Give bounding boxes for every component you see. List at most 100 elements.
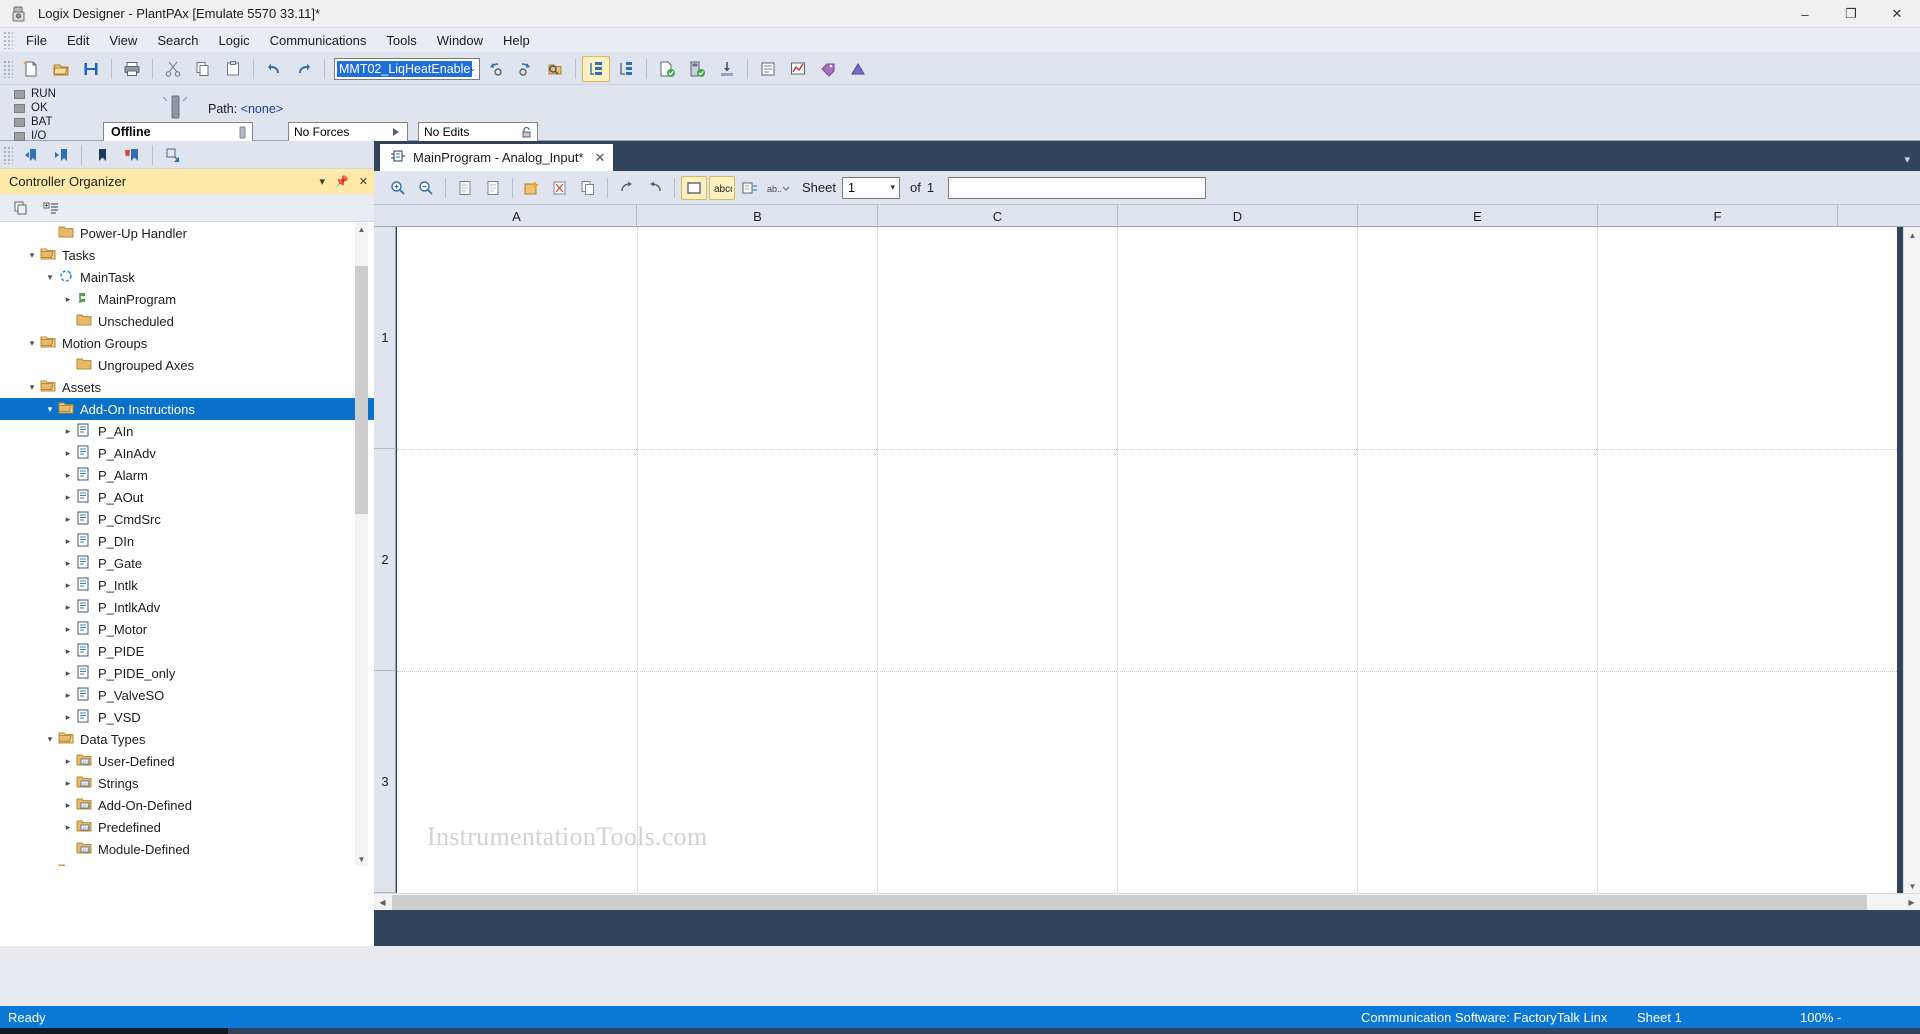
organizer-toolbar-handle[interactable] bbox=[3, 145, 13, 164]
tree-item-module-defined[interactable]: 101 Module-Defined bbox=[0, 838, 374, 860]
edits-status[interactable]: No Edits bbox=[418, 122, 538, 142]
cross-reference-icon[interactable] bbox=[844, 56, 872, 82]
tree-item-p-gate[interactable]: ▸ P_Gate bbox=[0, 552, 374, 574]
trend-icon[interactable] bbox=[784, 56, 812, 82]
row-header-2[interactable]: 2 bbox=[374, 449, 396, 671]
save-icon[interactable] bbox=[77, 56, 105, 82]
tree-item-p-pide[interactable]: ▸ P_PIDE bbox=[0, 640, 374, 662]
fbd-sheet-canvas[interactable]: InstrumentationTools.com bbox=[397, 227, 1897, 895]
bookmark-toggle-icon[interactable] bbox=[88, 142, 116, 168]
tree-item-p-valveso[interactable]: ▸ P_ValveSO bbox=[0, 684, 374, 706]
tree-item-p-pide-only[interactable]: ▸ P_PIDE_only bbox=[0, 662, 374, 684]
status-zoom[interactable]: 100% - bbox=[1800, 1010, 1841, 1025]
column-header-f[interactable]: F bbox=[1598, 205, 1838, 227]
verify-controller-icon[interactable] bbox=[683, 56, 711, 82]
tree-item-add-on-instructions[interactable]: ▾ Add-On Instructions bbox=[0, 398, 374, 420]
search-forward-icon[interactable] bbox=[511, 56, 539, 82]
tree-item-predefined[interactable]: ▸ 101 Predefined bbox=[0, 816, 374, 838]
scroll-thumb[interactable] bbox=[355, 266, 368, 514]
bookmark-next-icon[interactable] bbox=[47, 142, 75, 168]
tree-twisty-icon[interactable]: ▸ bbox=[60, 602, 76, 613]
tree-item-ungrouped-axes[interactable]: Ungrouped Axes bbox=[0, 354, 374, 376]
open-icon[interactable] bbox=[47, 56, 75, 82]
controller-mode-dropdown[interactable]: Offline bbox=[103, 122, 253, 142]
cut-icon[interactable] bbox=[159, 56, 187, 82]
tree-item-motion-groups[interactable]: ▾ Motion Groups bbox=[0, 332, 374, 354]
tree-item-p-ain[interactable]: ▸ P_AIn bbox=[0, 420, 374, 442]
tree-item-mainprogram[interactable]: ▸ MainProgram bbox=[0, 288, 374, 310]
tree-twisty-icon[interactable]: ▸ bbox=[60, 624, 76, 635]
scroll-down-arrow[interactable]: ▼ bbox=[355, 852, 368, 866]
tree-twisty-icon[interactable]: ▸ bbox=[60, 536, 76, 547]
menu-item-view[interactable]: View bbox=[99, 30, 147, 51]
tree-twisty-icon[interactable]: ▾ bbox=[42, 734, 58, 745]
scroll-thumb[interactable] bbox=[392, 895, 1867, 910]
verify-routine-icon[interactable] bbox=[653, 56, 681, 82]
tree-twisty-icon[interactable]: ▾ bbox=[42, 404, 58, 415]
tree-twisty-icon[interactable]: ▸ bbox=[60, 800, 76, 811]
canvas-horizontal-scrollbar[interactable]: ◀ ▶ bbox=[374, 893, 1920, 910]
menu-item-help[interactable]: Help bbox=[493, 30, 540, 51]
paste-icon[interactable] bbox=[219, 56, 247, 82]
tree-twisty-icon[interactable]: ▸ bbox=[60, 294, 76, 305]
tree-item-add-on-defined[interactable]: ▸ 101 Add-On-Defined bbox=[0, 794, 374, 816]
scroll-right-arrow[interactable]: ▶ bbox=[1903, 894, 1920, 911]
tree-item-p-aout[interactable]: ▸ P_AOut bbox=[0, 486, 374, 508]
close-icon[interactable]: ✕ bbox=[359, 175, 368, 188]
menu-item-search[interactable]: Search bbox=[147, 30, 208, 51]
new-icon[interactable] bbox=[17, 56, 45, 82]
tree-twisty-icon[interactable]: ▸ bbox=[60, 778, 76, 789]
row-header-1[interactable]: 1 bbox=[374, 227, 396, 449]
tree-twisty-icon[interactable]: ▸ bbox=[60, 492, 76, 503]
sheet-number-select[interactable]: 1 ▾ bbox=[841, 176, 900, 199]
tree-item-trends[interactable]: Trends bbox=[0, 860, 374, 866]
canvas-vertical-scrollbar[interactable]: ▲ ▼ bbox=[1903, 227, 1920, 895]
search-back-icon[interactable] bbox=[481, 56, 509, 82]
copy-view-icon[interactable] bbox=[7, 195, 35, 221]
tree-item-user-defined[interactable]: ▸ 101 User-Defined bbox=[0, 750, 374, 772]
zoom-out-icon[interactable] bbox=[413, 176, 439, 200]
menu-item-window[interactable]: Window bbox=[427, 30, 493, 51]
column-header-c[interactable]: C bbox=[878, 205, 1118, 227]
chevron-down-icon[interactable]: ▾ bbox=[890, 182, 895, 193]
close-button[interactable]: ✕ bbox=[1874, 0, 1920, 28]
tree-twisty-icon[interactable]: ▸ bbox=[60, 822, 76, 833]
tree-twisty-icon[interactable]: ▾ bbox=[42, 272, 58, 283]
maximize-button[interactable]: ❐ bbox=[1828, 0, 1874, 28]
toolbar-drag-handle[interactable] bbox=[3, 59, 13, 78]
tree-item-unscheduled[interactable]: Unscheduled bbox=[0, 310, 374, 332]
forces-status[interactable]: No Forces bbox=[288, 122, 408, 142]
redo-icon[interactable] bbox=[290, 56, 318, 82]
column-header-d[interactable]: D bbox=[1118, 205, 1358, 227]
chevron-down-icon[interactable]: ⌄ bbox=[468, 63, 476, 74]
controller-properties-icon[interactable] bbox=[754, 56, 782, 82]
copy-icon[interactable] bbox=[189, 56, 217, 82]
tree-item-assets[interactable]: ▾ Assets bbox=[0, 376, 374, 398]
menu-drag-handle[interactable] bbox=[3, 31, 13, 49]
document-tabs-menu-icon[interactable]: ▾ bbox=[1904, 153, 1910, 166]
menu-item-edit[interactable]: Edit bbox=[57, 30, 99, 51]
tree-twisty-icon[interactable]: ▾ bbox=[24, 250, 40, 261]
print-icon[interactable] bbox=[118, 56, 146, 82]
move-sheet-up-icon[interactable] bbox=[614, 176, 640, 200]
toggle-text-icon[interactable]: abcd bbox=[709, 175, 735, 200]
column-header-e[interactable]: E bbox=[1358, 205, 1598, 227]
tree-twisty-icon[interactable]: ▸ bbox=[60, 712, 76, 723]
row-header-3[interactable]: 3 bbox=[374, 671, 396, 893]
undo-icon[interactable] bbox=[260, 56, 288, 82]
tree-twisty-icon[interactable]: ▾ bbox=[24, 338, 40, 349]
move-sheet-down-icon[interactable] bbox=[642, 176, 668, 200]
tree-item-tasks[interactable]: ▾ Tasks bbox=[0, 244, 374, 266]
tree-twisty-icon[interactable]: ▸ bbox=[60, 668, 76, 679]
tree-item-p-ainadv[interactable]: ▸ P_AInAdv bbox=[0, 442, 374, 464]
add-sheet-icon[interactable] bbox=[519, 176, 545, 200]
copy-sheet-icon[interactable] bbox=[575, 176, 601, 200]
bookmark-prev-icon[interactable] bbox=[17, 142, 45, 168]
tag-search-combobox[interactable]: MMT02_LiqHeatEnable ⌄ bbox=[334, 57, 480, 80]
tree-twisty-icon[interactable]: ▸ bbox=[60, 514, 76, 525]
tree-twisty-icon[interactable]: ▸ bbox=[60, 580, 76, 591]
tree-item-maintask[interactable]: ▾ MainTask bbox=[0, 266, 374, 288]
scroll-up-arrow[interactable]: ▲ bbox=[1904, 227, 1920, 244]
minimize-button[interactable]: – bbox=[1782, 0, 1828, 28]
tree-twisty-icon[interactable]: ▸ bbox=[60, 448, 76, 459]
